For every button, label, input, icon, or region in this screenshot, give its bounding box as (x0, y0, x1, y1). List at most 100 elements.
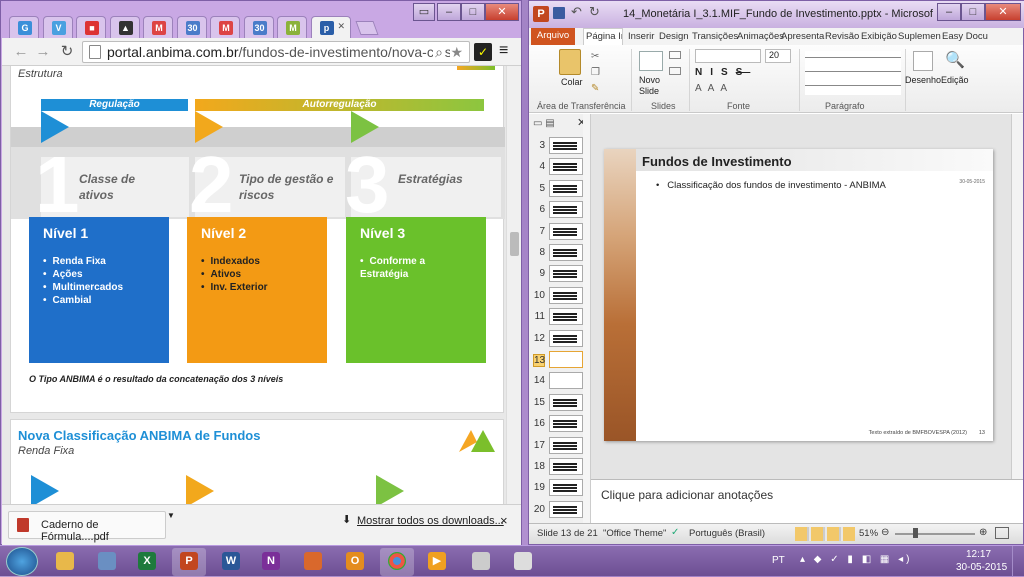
word-icon[interactable]: W (214, 548, 248, 576)
theme-name[interactable]: "Office Theme" (603, 528, 666, 539)
shapes-icon[interactable] (913, 51, 933, 71)
drawing-label[interactable]: Desenho (905, 75, 941, 85)
fit-slide-icon[interactable] (995, 527, 1009, 539)
explorer-icon[interactable] (48, 548, 82, 576)
download-item[interactable]: Caderno de Fórmula....pdf (8, 511, 166, 543)
media-player-icon[interactable]: ▶ (420, 548, 454, 576)
excel-icon[interactable]: X (130, 548, 164, 576)
view-buttons[interactable] (795, 527, 855, 541)
reset-icon[interactable] (669, 67, 681, 75)
browser-tab[interactable]: 30 (176, 16, 207, 38)
minimize-button[interactable]: – (937, 3, 961, 21)
slide-thumbnail[interactable]: 4 (531, 157, 585, 177)
paste-label[interactable]: Colar (561, 77, 583, 87)
zoom-in-icon[interactable]: ⊕ (979, 527, 987, 538)
tab-home[interactable]: Página Inic (583, 28, 623, 45)
zoom-out-icon[interactable]: ⊖ (881, 527, 889, 538)
slide-thumbnail[interactable]: 10 (531, 286, 585, 306)
browser-tab[interactable]: G (9, 16, 39, 38)
font-family-select[interactable] (695, 49, 761, 63)
search-icon[interactable]: ⌕ (433, 42, 445, 62)
slide-thumbnail[interactable]: 3 (531, 136, 585, 156)
outline-tab[interactable]: ▭ ▤ (533, 118, 555, 129)
close-button[interactable]: ✕ (485, 3, 519, 21)
back-button[interactable]: ← (12, 43, 30, 61)
tab-animations[interactable]: Animações (737, 31, 784, 42)
find-icon[interactable]: 🔍 (945, 51, 965, 71)
library-icon[interactable] (90, 548, 124, 576)
close-tab-icon[interactable]: ✕ (338, 21, 346, 32)
slide-thumbnail[interactable]: 9 (531, 264, 585, 284)
chrome-icon[interactable] (380, 548, 414, 576)
user-icon[interactable]: ▭ (413, 3, 435, 21)
scrollbar-thumb[interactable] (510, 232, 519, 256)
slide-thumbnail[interactable]: 8 (531, 243, 585, 263)
browser-tab[interactable]: M (210, 16, 240, 38)
browser-tab[interactable]: V (42, 16, 73, 38)
address-bar[interactable]: portal.anbima.com.br/fundos-de-investime… (82, 41, 470, 63)
browser-tab[interactable]: M (277, 16, 307, 38)
new-tab-button[interactable] (355, 21, 379, 35)
close-download-bar-button[interactable]: × (500, 513, 508, 528)
zoom-level[interactable]: 51% (859, 528, 878, 539)
window-icon[interactable] (506, 548, 540, 576)
minimize-button[interactable]: – (437, 3, 461, 21)
bookmark-star-icon[interactable]: ★ (450, 42, 463, 62)
layout-icon[interactable] (669, 51, 681, 59)
slide-thumbnail[interactable]: 16 (531, 414, 585, 434)
new-slide-label[interactable]: Novo Slide (639, 75, 660, 97)
language[interactable]: Português (Brasil) (689, 528, 765, 539)
tab-easydoc[interactable]: Easy Docu (942, 31, 988, 42)
browser-tab[interactable]: 30 (243, 16, 274, 38)
browser-tab[interactable]: ■ (76, 16, 106, 38)
tab-review[interactable]: Revisão (825, 31, 859, 42)
chevron-down-icon[interactable]: ▼ (167, 511, 175, 520)
font-format-buttons[interactable]: NISS (695, 67, 750, 78)
app-icon[interactable] (296, 548, 330, 576)
menu-icon[interactable]: ≡ (499, 42, 515, 60)
start-button[interactable] (6, 547, 38, 576)
onenote-icon[interactable]: N (254, 548, 288, 576)
browser-tab[interactable]: M (143, 16, 173, 38)
browser-tab[interactable]: ▲ (109, 16, 140, 38)
clock-date[interactable]: 30-05-2015 (956, 562, 1007, 573)
cut-icon[interactable]: ✂ (591, 51, 599, 62)
slide-thumbnail[interactable]: 17 (531, 436, 585, 456)
tab-transitions[interactable]: Transições (692, 31, 738, 42)
font-size-select[interactable]: 20 (765, 49, 791, 63)
slide-thumbnail[interactable]: 18 (531, 457, 585, 477)
tab-addins[interactable]: Suplemen (898, 31, 941, 42)
reload-button[interactable]: ↻ (58, 43, 76, 61)
format-painter-icon[interactable]: ✎ (591, 83, 599, 94)
page-scrollbar[interactable] (506, 66, 521, 504)
thumbnail-scrollbar[interactable] (583, 114, 591, 523)
maximize-button[interactable]: □ (461, 3, 485, 21)
extension-icon[interactable]: ✓ (474, 43, 492, 61)
powerpoint-icon[interactable]: P (172, 548, 206, 576)
spellcheck-icon[interactable]: ✓ (671, 527, 679, 538)
language-indicator[interactable]: PT (772, 555, 785, 566)
tray-icons[interactable]: ▴ ◆ ✓ ▮ ◧ ▦ ◂) (800, 554, 913, 565)
slide-thumbnail[interactable]: 15 (531, 393, 585, 413)
undo-icon[interactable]: ↶ (571, 4, 582, 20)
slide-thumbnail[interactable]: 20 (531, 500, 585, 520)
clock-time[interactable]: 12:17 (966, 549, 991, 560)
slide-thumbnail[interactable]: 5 (531, 179, 585, 199)
slide-thumbnail[interactable]: 13 (531, 350, 585, 370)
slide-thumbnail[interactable]: 14 (531, 371, 585, 391)
zoom-slider[interactable] (895, 533, 975, 535)
paragraph-buttons[interactable] (805, 51, 901, 95)
tab-insert[interactable]: Inserir (628, 31, 654, 42)
slide-thumbnail[interactable]: 12 (531, 329, 585, 349)
tab-view[interactable]: Exibição (861, 31, 897, 42)
show-all-downloads-link[interactable]: Mostrar todos os downloads... (357, 515, 504, 527)
slide-thumbnail[interactable]: 6 (531, 200, 585, 220)
browser-tab[interactable]: p ✕ (310, 16, 351, 38)
current-slide[interactable]: Fundos de Investimento • Classificação d… (604, 149, 993, 441)
redo-icon[interactable]: ↻ (589, 4, 600, 20)
zoom-slider-thumb[interactable] (913, 528, 918, 538)
font-color-buttons[interactable]: AAA (695, 83, 733, 94)
paste-icon[interactable] (559, 49, 581, 75)
maximize-button[interactable]: □ (961, 3, 985, 21)
show-desktop-button[interactable] (1012, 546, 1024, 577)
